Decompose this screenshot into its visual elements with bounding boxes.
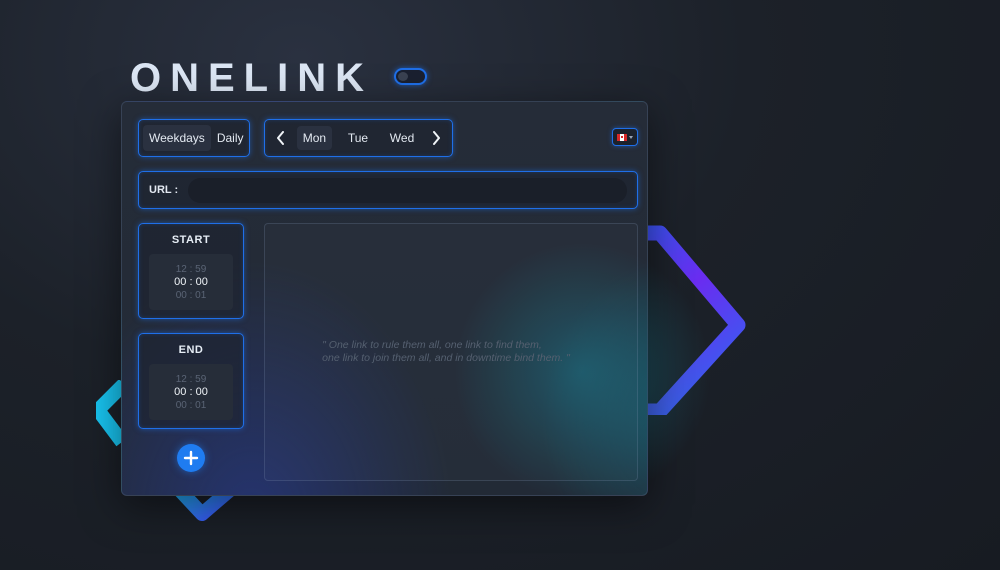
empty-state-quote: " One link to rule them all, one link to… [322,339,570,365]
start-time-prev[interactable]: 12 : 59 [176,263,207,276]
theme-toggle[interactable] [394,68,427,85]
app-logo: ONELINK [130,56,373,100]
chevron-left-icon[interactable] [273,128,287,148]
link-list-area: " One link to rule them all, one link to… [264,223,638,481]
url-input[interactable] [188,177,627,203]
day-mon[interactable]: Mon [296,126,333,150]
toggle-knob [398,72,408,81]
schedule-panel: Weekdays Daily Mon Tue Wed URL : START 1… [121,101,712,502]
end-title: END [178,344,204,356]
day-selector: Mon Tue Wed [264,119,453,157]
chevron-right-icon[interactable] [430,128,444,148]
start-title: START [171,234,211,246]
start-time-picker[interactable]: 12 : 59 00 : 00 00 : 01 [149,254,233,310]
language-selector[interactable] [612,128,638,146]
end-time-selected[interactable]: 00 : 00 [174,386,208,399]
mode-daily-button[interactable]: Daily [211,125,250,151]
end-time-card: END 12 : 59 00 : 00 00 : 01 [138,333,244,429]
quote-line-1: " One link to rule them all, one link to… [322,339,542,351]
day-tue[interactable]: Tue [342,126,374,150]
url-label: URL : [149,184,179,196]
add-schedule-button[interactable] [177,444,205,472]
start-time-next[interactable]: 00 : 01 [176,289,207,302]
day-wed[interactable]: Wed [384,126,420,150]
mode-weekdays-button[interactable]: Weekdays [143,125,211,151]
end-time-prev[interactable]: 12 : 59 [176,373,207,386]
end-time-picker[interactable]: 12 : 59 00 : 00 00 : 01 [149,364,233,420]
start-time-card: START 12 : 59 00 : 00 00 : 01 [138,223,244,319]
end-time-next[interactable]: 00 : 01 [176,399,207,412]
chevron-down-icon [629,135,633,139]
url-field-container: URL : [138,171,638,209]
start-time-selected[interactable]: 00 : 00 [174,276,208,289]
plus-icon [183,450,199,466]
schedule-mode-selector: Weekdays Daily [138,119,250,157]
canada-flag-icon [617,133,627,141]
quote-line-2: one link to join them all, and in downti… [322,352,570,364]
